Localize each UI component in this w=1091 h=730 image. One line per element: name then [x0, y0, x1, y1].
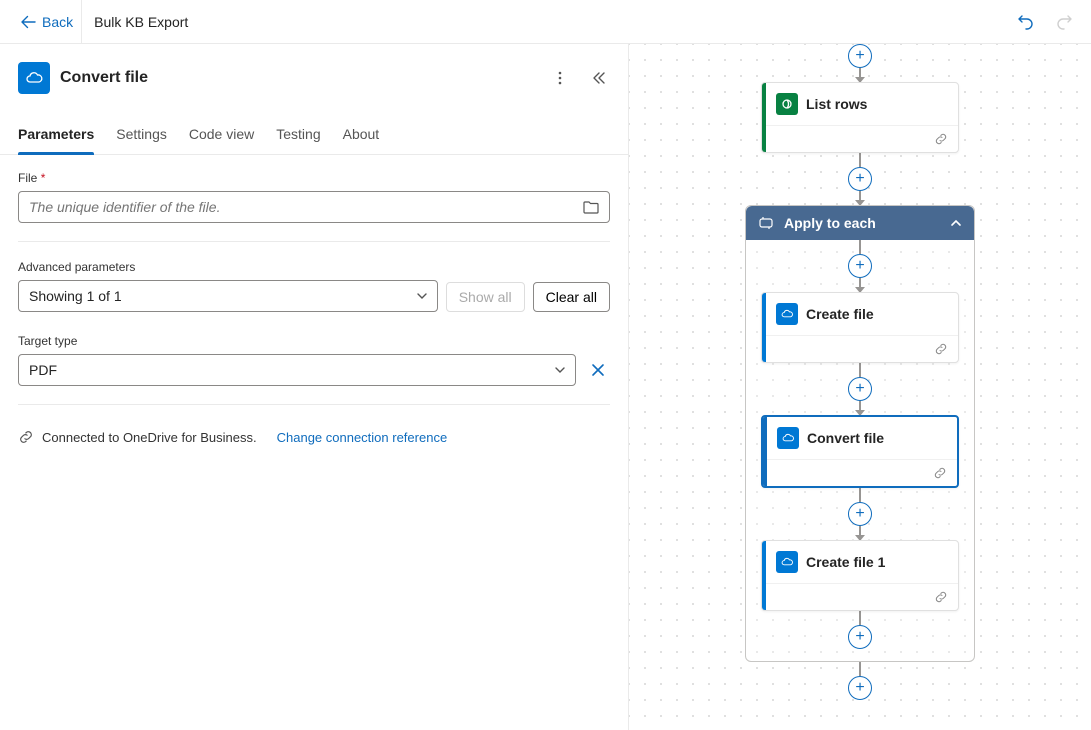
redo-button[interactable] — [1051, 8, 1079, 36]
card-title: List rows — [806, 96, 867, 112]
onedrive-card-icon — [776, 551, 798, 573]
tab-testing[interactable]: Testing — [276, 116, 320, 154]
close-icon — [590, 362, 606, 378]
pane-tabs: Parameters Settings Code view Testing Ab… — [0, 116, 628, 155]
onedrive-card-icon — [776, 303, 798, 325]
target-type-select[interactable]: PDF — [18, 354, 576, 386]
foreach-header[interactable]: Apply to each — [746, 206, 974, 240]
redo-icon — [1055, 12, 1075, 32]
collapse-left-icon — [590, 70, 606, 86]
file-label: File * — [18, 171, 610, 185]
foreach-title: Apply to each — [784, 215, 876, 231]
action-card-create-file-1[interactable]: Create file 1 — [761, 540, 959, 611]
card-title: Create file 1 — [806, 554, 885, 570]
properties-pane: Convert file Parameters Settings Code vi… — [0, 44, 628, 730]
page-title: Bulk KB Export — [94, 14, 188, 30]
advanced-label: Advanced parameters — [18, 260, 610, 274]
target-type-label: Target type — [18, 334, 610, 348]
loop-icon — [758, 215, 774, 231]
add-step-button[interactable]: + — [848, 44, 872, 68]
flow-canvas[interactable]: + List rows + — [628, 44, 1091, 730]
tab-parameters[interactable]: Parameters — [18, 116, 94, 154]
action-card-list-rows[interactable]: List rows — [761, 82, 959, 153]
connection-text: Connected to OneDrive for Business. — [42, 430, 257, 445]
change-connection-link[interactable]: Change connection reference — [277, 430, 448, 445]
connection-icon — [933, 466, 947, 480]
link-icon — [18, 429, 34, 445]
action-card-create-file[interactable]: Create file — [761, 292, 959, 363]
add-step-button[interactable]: + — [848, 676, 872, 700]
chevron-up-icon — [950, 217, 962, 229]
undo-icon — [1015, 12, 1035, 32]
connection-icon — [934, 590, 948, 604]
tab-codeview[interactable]: Code view — [189, 116, 254, 154]
connection-icon — [934, 342, 948, 356]
step-icon-onedrive — [18, 62, 50, 94]
card-title: Create file — [806, 306, 874, 322]
add-step-button[interactable]: + — [848, 254, 872, 278]
file-input[interactable] — [18, 191, 610, 223]
cloud-icon — [24, 68, 44, 88]
tab-settings[interactable]: Settings — [116, 116, 167, 154]
add-step-button[interactable]: + — [848, 377, 872, 401]
topbar: Back Bulk KB Export — [0, 0, 1091, 44]
clear-target-button[interactable] — [586, 358, 610, 382]
clear-all-button[interactable]: Clear all — [533, 282, 610, 312]
more-menu-button[interactable] — [548, 66, 572, 90]
undo-button[interactable] — [1011, 8, 1039, 36]
add-step-button[interactable]: + — [848, 625, 872, 649]
add-step-button[interactable]: + — [848, 502, 872, 526]
back-label: Back — [42, 14, 73, 30]
folder-picker-button[interactable] — [582, 198, 600, 216]
collapse-pane-button[interactable] — [586, 66, 610, 90]
back-button[interactable]: Back — [12, 0, 82, 43]
card-title: Convert file — [807, 430, 884, 446]
connection-icon — [934, 132, 948, 146]
action-card-convert-file[interactable]: Convert file — [761, 415, 959, 488]
show-all-button[interactable]: Show all — [446, 282, 525, 312]
arrow-left-icon — [20, 14, 36, 30]
tab-about[interactable]: About — [343, 116, 380, 154]
advanced-params-select[interactable]: Showing 1 of 1 — [18, 280, 438, 312]
add-step-button[interactable]: + — [848, 167, 872, 191]
dataverse-icon — [776, 93, 798, 115]
kebab-icon — [552, 70, 568, 86]
onedrive-card-icon — [777, 427, 799, 449]
foreach-container: Apply to each + — [745, 205, 975, 662]
step-title: Convert file — [60, 69, 538, 87]
folder-icon — [582, 198, 600, 216]
